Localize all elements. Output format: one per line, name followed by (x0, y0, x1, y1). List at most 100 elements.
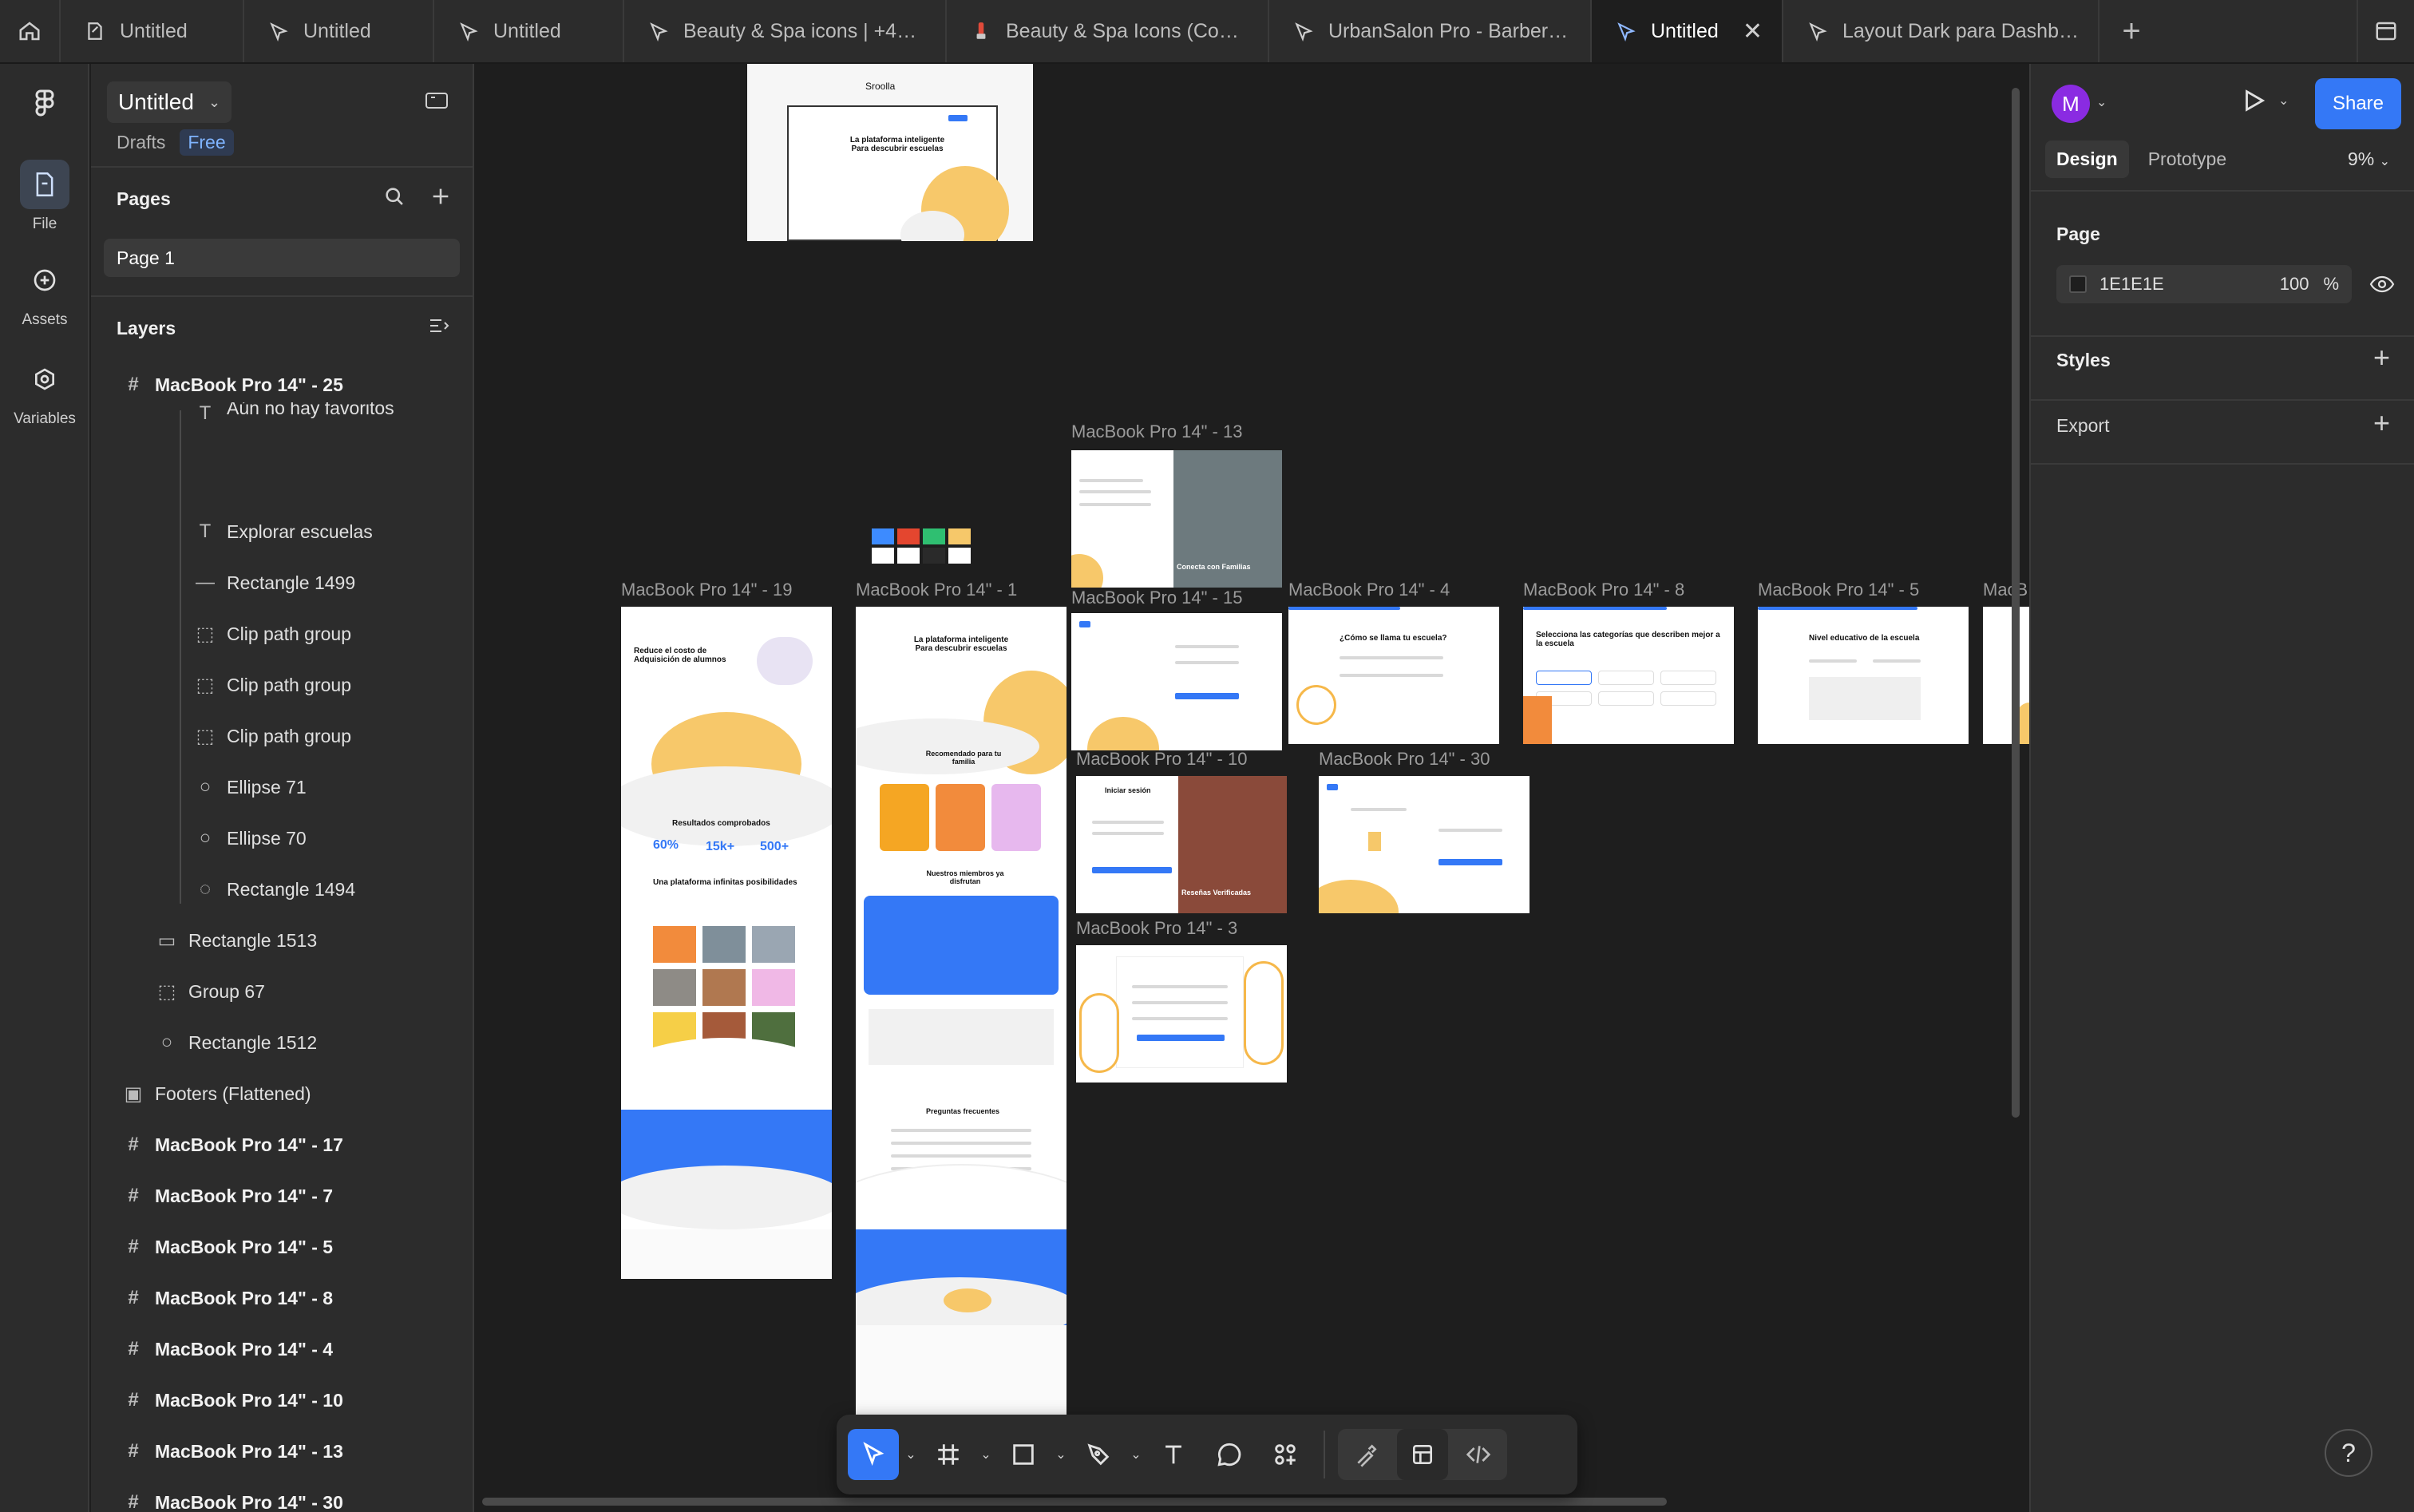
layer-row-frame[interactable]: # MacBook Pro 14" - 10 (91, 1375, 473, 1426)
layer-row-frame[interactable]: # MacBook Pro 14" - 13 (91, 1426, 473, 1477)
layer-row-frame[interactable]: # MacBook Pro 14" - 5 (91, 1221, 473, 1273)
chevron-down-icon[interactable]: ⌄ (1054, 1447, 1068, 1463)
comment-tool-button[interactable] (1204, 1429, 1255, 1480)
preview-frame[interactable]: Sroolla La plataforma inteligente Para d… (747, 64, 1033, 241)
rail-assets[interactable]: Assets (0, 255, 89, 329)
page-color-value[interactable]: 1E1E1E (2099, 274, 2164, 295)
color-swatch[interactable] (2069, 275, 2087, 293)
share-button[interactable]: Share (2315, 78, 2401, 129)
page-background-field[interactable]: 1E1E1E 100 % (2056, 265, 2352, 303)
frame-tool-button[interactable] (923, 1429, 974, 1480)
layer-row-line[interactable]: — Rectangle 1499 (91, 557, 473, 608)
file-location-drafts[interactable]: Drafts (117, 132, 165, 153)
frame-label-10[interactable]: MacBook Pro 14" - 10 (1076, 749, 1247, 770)
add-page-icon[interactable] (429, 185, 452, 208)
layer-row-group[interactable]: ⬚ Clip path group (91, 710, 473, 762)
tab-prototype[interactable]: Prototype (2137, 141, 2238, 178)
frame-15[interactable] (1071, 613, 1282, 750)
layer-row-group[interactable]: ⬚ Clip path group (91, 659, 473, 710)
frame-4[interactable]: ¿Cómo se llama tu escuela? (1288, 607, 1499, 744)
chevron-down-icon[interactable]: ⌄ (2278, 93, 2289, 109)
actions-tool-button[interactable] (1260, 1429, 1311, 1480)
chevron-down-icon[interactable]: ⌄ (979, 1447, 993, 1463)
main-menu-button[interactable] (0, 78, 89, 134)
horizontal-scrollbar[interactable] (482, 1498, 1667, 1506)
layer-row-frame[interactable]: # MacBook Pro 14" - 30 (91, 1477, 473, 1512)
layer-row-frame[interactable]: # MacBook Pro 14" - 8 (91, 1273, 473, 1324)
layer-row-ellipse[interactable]: ○ Ellipse 70 (91, 813, 473, 864)
add-export-icon[interactable]: + (2373, 409, 2390, 437)
frame-10[interactable]: Iniciar sesión Reseñas Verificadas (1076, 776, 1287, 913)
frame-label-30[interactable]: MacBook Pro 14" - 30 (1319, 749, 1490, 770)
file-name-menu[interactable]: Untitled ⌄ (107, 81, 232, 123)
layer-row-ellipse[interactable]: ○ Ellipse 71 (91, 762, 473, 813)
new-tab-button[interactable]: + (2099, 0, 2163, 62)
text-tool-button[interactable] (1148, 1429, 1199, 1480)
layer-row-mask[interactable]: ◌ Rectangle 1494 (91, 864, 473, 915)
layer-row-frame[interactable]: # MacBook Pro 14" - 17 (91, 1119, 473, 1170)
frame-30[interactable] (1319, 776, 1530, 913)
layers-options-button[interactable] (428, 316, 450, 335)
rail-variables[interactable]: Variables (0, 354, 89, 428)
frame-5[interactable]: Nivel educativo de la escuela (1758, 607, 1969, 744)
chevron-down-icon[interactable]: ⌄ (1129, 1447, 1143, 1463)
layer-row-frame[interactable]: # MacBook Pro 14" - 7 (91, 1170, 473, 1221)
frame-label-partial[interactable]: MacB (1983, 580, 2028, 600)
layer-row-rect[interactable]: ▭ Rectangle 1513 (91, 915, 473, 966)
frame-label-15[interactable]: MacBook Pro 14" - 15 (1071, 588, 1242, 608)
frame-label-13[interactable]: MacBook Pro 14" - 13 (1071, 422, 1242, 442)
opacity-field[interactable]: 100 % (2280, 274, 2352, 295)
visibility-toggle[interactable] (2369, 275, 2395, 294)
tab-untitled-1[interactable]: Untitled (61, 0, 244, 62)
pen-tool-button[interactable] (1073, 1429, 1124, 1480)
zoom-dropdown[interactable]: 9% ⌄ (2348, 148, 2390, 170)
canvas[interactable]: Sroolla La plataforma inteligente Para d… (476, 64, 2072, 1512)
frame-8[interactable]: Selecciona las categorías que describen … (1523, 607, 1734, 744)
tab-untitled-2[interactable]: Untitled (244, 0, 434, 62)
layer-row-frame[interactable]: # MacBook Pro 14" - 4 (91, 1324, 473, 1375)
collapse-panel-button[interactable] (425, 91, 449, 110)
frame-label-19[interactable]: MacBook Pro 14" - 19 (621, 580, 792, 600)
frame-label-3[interactable]: MacBook Pro 14" - 3 (1076, 918, 1237, 939)
vertical-scrollbar[interactable] (2012, 88, 2020, 1118)
frame-13[interactable]: Conecta con Familias (1071, 450, 1282, 588)
help-button[interactable]: ? (2325, 1429, 2372, 1477)
rail-file[interactable]: File (0, 160, 89, 233)
layer-row-text[interactable]: T Aún no hay favoritos (91, 402, 473, 434)
page-item[interactable]: Page 1 (104, 239, 460, 277)
tab-layout-dark[interactable]: Layout Dark para Dashboard (1783, 0, 2099, 62)
frame-3[interactable] (1076, 945, 1287, 1083)
shape-tool-button[interactable] (998, 1429, 1049, 1480)
close-tab-icon[interactable]: ✕ (1743, 18, 1763, 46)
frame-label-8[interactable]: MacBook Pro 14" - 8 (1523, 580, 1684, 600)
home-button[interactable] (0, 0, 61, 62)
frame-label-4[interactable]: MacBook Pro 14" - 4 (1288, 580, 1450, 600)
frame-1[interactable]: La plataforma inteligente Para descubrir… (856, 607, 1067, 1416)
dev-mode-button[interactable] (1453, 1429, 1504, 1480)
color-palette[interactable] (872, 528, 971, 564)
layer-row-group[interactable]: ⬚ Group 67 (91, 966, 473, 1017)
design-mode-button[interactable] (1397, 1429, 1448, 1480)
frame-19[interactable]: Reduce el costo de Adquisición de alumno… (621, 607, 832, 1279)
chevron-down-icon[interactable]: ⌄ (2096, 94, 2107, 110)
draw-mode-button[interactable] (1341, 1429, 1392, 1480)
layer-row-image[interactable]: ▣ Footers (Flattened) (91, 1068, 473, 1119)
layer-row-text[interactable]: T Explorar escuelas (91, 506, 473, 557)
chevron-down-icon[interactable]: ⌄ (904, 1447, 918, 1463)
tab-design[interactable]: Design (2045, 141, 2129, 178)
frame-partial[interactable] (1983, 607, 2029, 744)
avatar[interactable]: M (2052, 85, 2090, 123)
tab-untitled-3[interactable]: Untitled (434, 0, 624, 62)
tab-beauty-spa-community[interactable]: Beauty & Spa Icons (Community) (947, 0, 1269, 62)
tab-untitled-active[interactable]: Untitled ✕ (1592, 0, 1783, 62)
search-icon[interactable] (383, 185, 406, 208)
present-button[interactable]: ⌄ (2240, 86, 2289, 115)
sidebar-toggle-button[interactable] (2357, 0, 2414, 62)
tab-urbansalon[interactable]: UrbanSalon Pro - Barber Booking (1269, 0, 1592, 62)
frame-label-5[interactable]: MacBook Pro 14" - 5 (1758, 580, 1919, 600)
add-style-icon[interactable]: + (2373, 343, 2390, 372)
plan-badge[interactable]: Free (180, 129, 234, 156)
tab-beauty-spa-icons[interactable]: Beauty & Spa icons | +45 Free (624, 0, 947, 62)
layer-row-group[interactable]: ⬚ Clip path group (91, 608, 473, 659)
layer-row-ellipse[interactable]: ○ Rectangle 1512 (91, 1017, 473, 1068)
